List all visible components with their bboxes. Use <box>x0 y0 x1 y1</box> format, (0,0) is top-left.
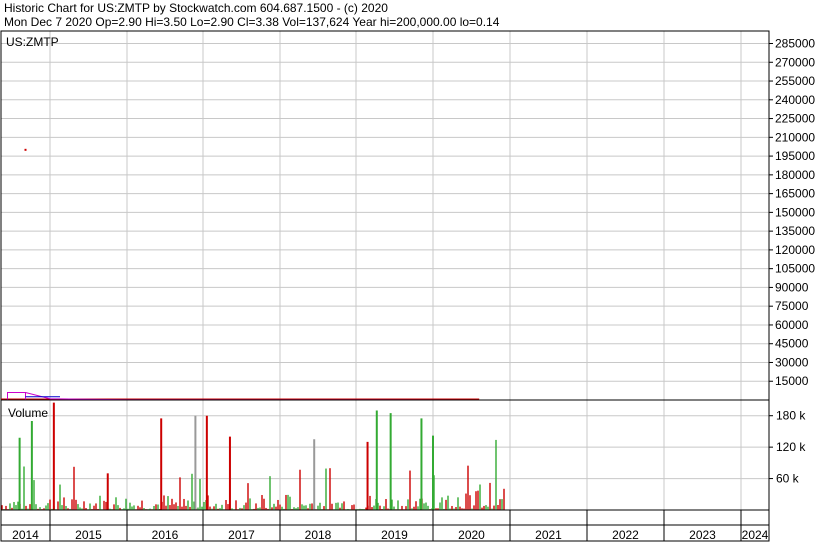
price-panel-border <box>0 30 770 401</box>
volume-panel-label: Volume <box>8 406 48 420</box>
price-tick-label: 60000 <box>775 318 809 332</box>
price-tick-label: 75000 <box>775 299 809 313</box>
price-tick-label: 195000 <box>775 149 815 163</box>
price-grid <box>1 31 773 400</box>
price-tick-label: 225000 <box>775 112 815 126</box>
x-axis-year-label: 2018 <box>305 528 332 542</box>
price-tick-label: 135000 <box>775 224 815 238</box>
volume-y-axis: 60 k 120 k 180 k <box>776 409 806 486</box>
x-axis-year-label: 2014 <box>12 528 39 542</box>
historic-chart: 15000 30000 45000 60000 75000 90000 105000 1200… <box>0 30 815 542</box>
volume-tick-label: 60 k <box>776 472 800 486</box>
x-axis-year-label: 2020 <box>458 528 485 542</box>
volume-bars <box>1 402 505 510</box>
price-tick-label: 105000 <box>775 262 815 276</box>
price-tick-label: 30000 <box>775 355 809 369</box>
price-tick-label: 120000 <box>775 243 815 257</box>
volume-tick-label: 120 k <box>776 440 806 454</box>
price-tick-label: 285000 <box>775 37 815 51</box>
price-tick-label: 180000 <box>775 168 815 182</box>
x-axis-years: 2014 2015 2016 2017 2018 2019 2020 2021 2022 2023… <box>0 509 770 542</box>
x-axis-year-label: 2023 <box>689 528 716 542</box>
price-tick-label: 210000 <box>775 130 815 144</box>
price-tick-label: 150000 <box>775 205 815 219</box>
price-tick-label: 165000 <box>775 187 815 201</box>
price-point <box>24 148 27 151</box>
price-tick-label: 270000 <box>775 55 815 69</box>
x-axis-year-label: 2021 <box>535 528 562 542</box>
price-tick-label: 90000 <box>775 280 809 294</box>
price-y-axis: 15000 30000 45000 60000 75000 90000 105000 1200… <box>775 37 815 389</box>
volume-grid <box>1 400 773 510</box>
x-axis-year-label: 2024 <box>742 528 769 542</box>
price-tick-label: 15000 <box>775 374 809 388</box>
x-axis-year-label: 2019 <box>381 528 408 542</box>
x-axis-year-label: 2017 <box>228 528 255 542</box>
volume-tick-label: 180 k <box>776 409 806 423</box>
price-tick-label: 240000 <box>775 93 815 107</box>
price-tick-label: 255000 <box>775 74 815 88</box>
price-tick-label: 45000 <box>775 337 809 351</box>
volume-panel-border <box>0 399 770 511</box>
x-axis-year-label: 2015 <box>75 528 102 542</box>
price-panel-label: US:ZMTP <box>6 35 59 49</box>
x-axis-year-label: 2016 <box>152 528 179 542</box>
x-axis-year-label: 2022 <box>612 528 639 542</box>
